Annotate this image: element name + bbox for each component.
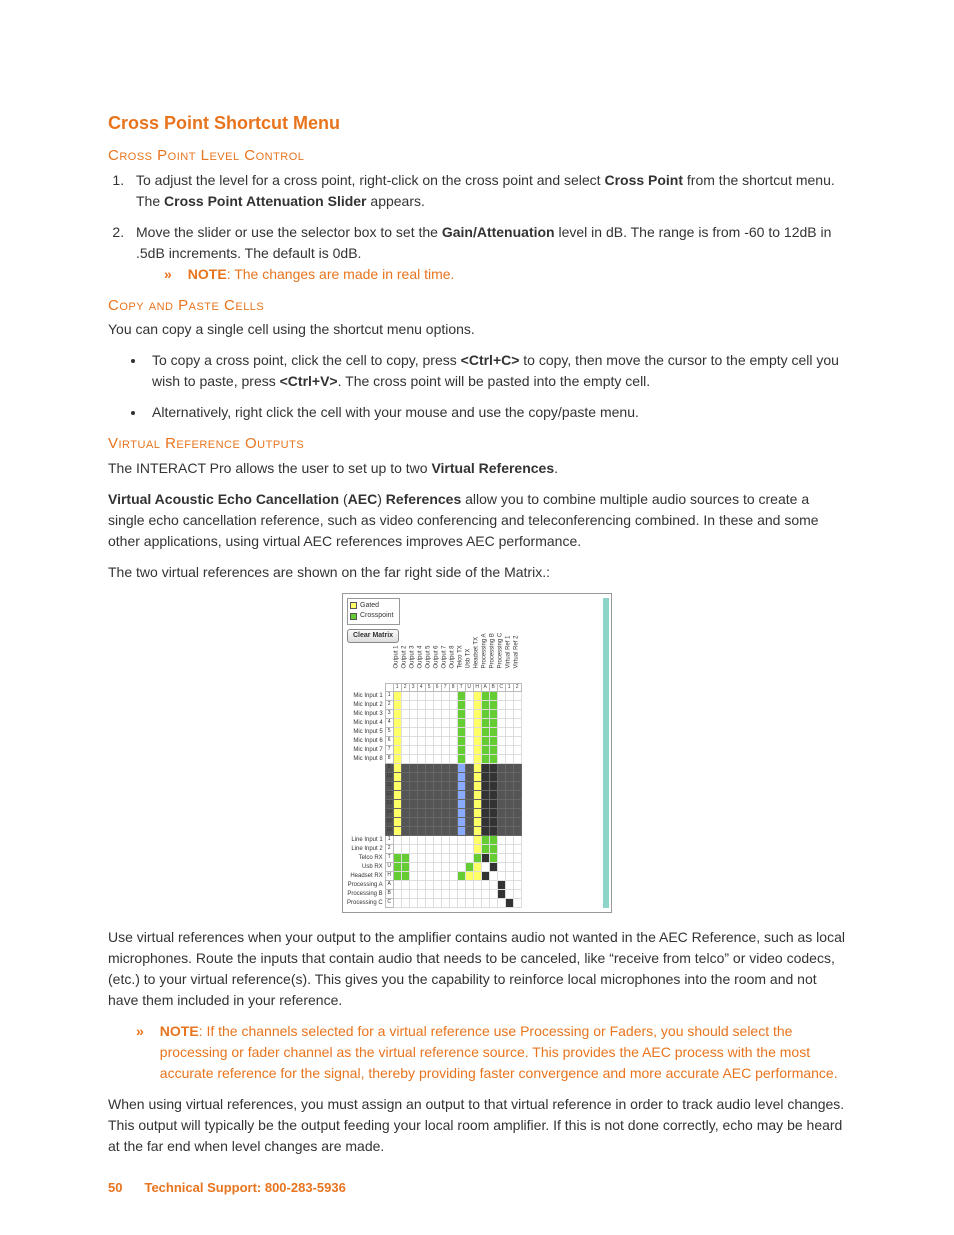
note-marker-icon: » (136, 1021, 144, 1084)
vref-p5: When using virtual references, you must … (108, 1094, 846, 1157)
note-realtime: » NOTE: The changes are made in real tim… (164, 264, 846, 285)
section-heading-virtual-ref: Virtual Reference Outputs (108, 433, 846, 456)
section-heading-level-control: Cross Point Level Control (108, 145, 846, 168)
page-title: Cross Point Shortcut Menu (108, 110, 846, 137)
copy-paste-item-2: Alternatively, right click the cell with… (146, 402, 846, 423)
tech-support: Technical Support: 800-283-5936 (144, 1178, 345, 1198)
vref-p3: The two virtual references are shown on … (108, 562, 846, 583)
vref-p4: Use virtual references when your output … (108, 927, 846, 1011)
page-footer: 50 Technical Support: 800-283-5936 (108, 1178, 346, 1198)
level-control-steps: To adjust the level for a cross point, r… (128, 170, 846, 285)
note-processing: » NOTE: If the channels selected for a v… (136, 1021, 846, 1084)
section-heading-copy-paste: Copy and Paste Cells (108, 295, 846, 318)
page-number: 50 (108, 1178, 122, 1198)
vref-p1: The INTERACT Pro allows the user to set … (108, 458, 846, 479)
virtual-ref-highlight (603, 598, 609, 909)
copy-paste-intro: You can copy a single cell using the sho… (108, 319, 846, 340)
note-marker-icon: » (164, 264, 172, 285)
clear-matrix-button[interactable]: Clear Matrix (347, 629, 399, 644)
crosspoint-swatch-icon (350, 613, 357, 620)
vref-p2: Virtual Acoustic Echo Cancellation (AEC)… (108, 489, 846, 552)
gated-swatch-icon (350, 602, 357, 609)
copy-paste-list: To copy a cross point, click the cell to… (146, 350, 846, 423)
matrix-figure: Gated Crosspoint Clear Matrix Output 1Ou… (108, 593, 846, 914)
matrix-legend: Gated Crosspoint (347, 598, 400, 625)
matrix-grid: Output 1Output 2Output 3Output 4Output 5… (347, 647, 522, 908)
step-1: To adjust the level for a cross point, r… (128, 170, 846, 212)
step-2: Move the slider or use the selector box … (128, 222, 846, 285)
copy-paste-item-1: To copy a cross point, click the cell to… (146, 350, 846, 392)
